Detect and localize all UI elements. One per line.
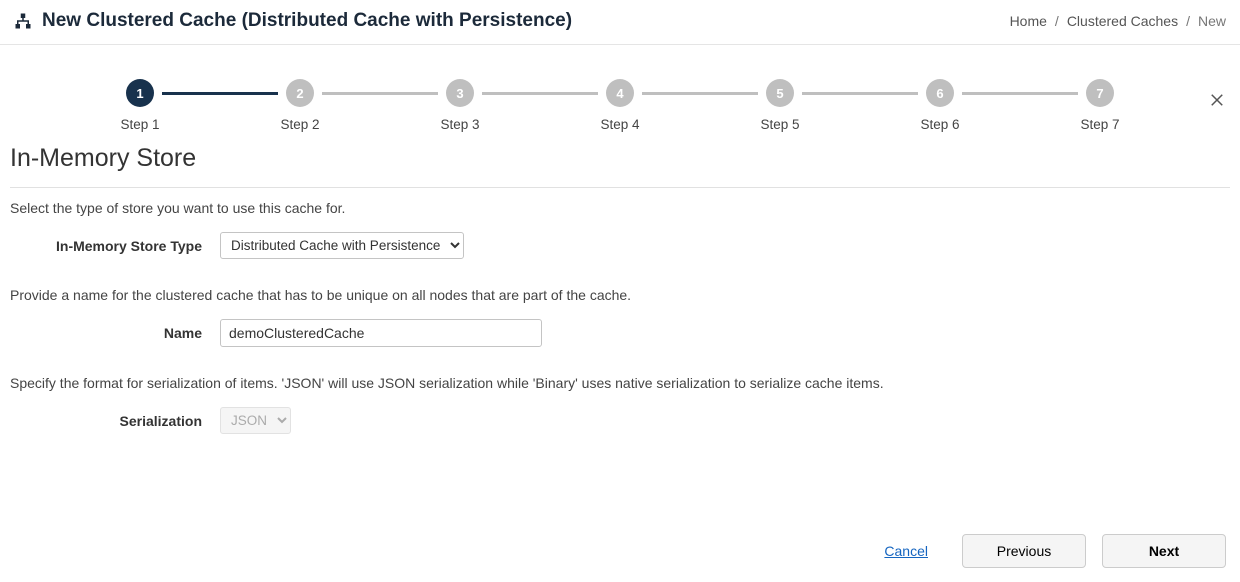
breadcrumb-sep: / bbox=[1186, 13, 1190, 29]
stepper: 1 Step 1 2 Step 2 3 Step 3 4 Step 4 5 St… bbox=[118, 79, 1122, 132]
store-type-label: In-Memory Store Type bbox=[10, 238, 220, 254]
step-line bbox=[162, 92, 278, 95]
step-label: Step 1 bbox=[120, 117, 159, 132]
cancel-button[interactable]: Cancel bbox=[884, 543, 928, 559]
close-icon bbox=[1208, 92, 1226, 114]
step-label: Step 7 bbox=[1080, 117, 1119, 132]
step-line bbox=[482, 92, 598, 95]
breadcrumb-current: New bbox=[1198, 13, 1226, 29]
step-label: Step 3 bbox=[440, 117, 479, 132]
serialization-row: Serialization JSON bbox=[10, 407, 1230, 434]
step-line bbox=[962, 92, 1078, 95]
store-desc: Select the type of store you want to use… bbox=[10, 200, 1230, 216]
breadcrumb: Home / Clustered Caches / New bbox=[1010, 13, 1226, 29]
wizard-panel: 1 Step 1 2 Step 2 3 Step 3 4 Step 4 5 St… bbox=[0, 79, 1240, 434]
step-circle: 6 bbox=[926, 79, 954, 107]
step-circle: 5 bbox=[766, 79, 794, 107]
step-label: Step 5 bbox=[760, 117, 799, 132]
step-7[interactable]: 7 Step 7 bbox=[1078, 79, 1122, 132]
page-title: New Clustered Cache (Distributed Cache w… bbox=[42, 10, 572, 32]
step-line bbox=[322, 92, 438, 95]
step-label: Step 2 bbox=[280, 117, 319, 132]
serialization-desc: Specify the format for serialization of … bbox=[10, 375, 1230, 391]
step-circle: 1 bbox=[126, 79, 154, 107]
breadcrumb-home[interactable]: Home bbox=[1010, 13, 1047, 29]
step-label: Step 6 bbox=[920, 117, 959, 132]
step-1[interactable]: 1 Step 1 bbox=[118, 79, 162, 132]
name-label: Name bbox=[10, 325, 220, 341]
step-circle: 2 bbox=[286, 79, 314, 107]
serialization-label: Serialization bbox=[10, 413, 220, 429]
step-circle: 3 bbox=[446, 79, 474, 107]
section-title: In-Memory Store bbox=[10, 144, 1230, 188]
step-circle: 4 bbox=[606, 79, 634, 107]
page-header: New Clustered Cache (Distributed Cache w… bbox=[0, 0, 1240, 45]
name-input[interactable] bbox=[220, 319, 542, 347]
breadcrumb-clustered-caches[interactable]: Clustered Caches bbox=[1067, 13, 1178, 29]
hierarchy-icon bbox=[14, 12, 32, 30]
wizard-footer: Cancel Previous Next bbox=[0, 524, 1240, 582]
step-circle: 7 bbox=[1086, 79, 1114, 107]
name-desc: Provide a name for the clustered cache t… bbox=[10, 287, 1230, 303]
breadcrumb-sep: / bbox=[1055, 13, 1059, 29]
store-type-row: In-Memory Store Type Distributed Cache w… bbox=[10, 232, 1230, 259]
step-6[interactable]: 6 Step 6 bbox=[918, 79, 962, 132]
step-line bbox=[642, 92, 758, 95]
step-3[interactable]: 3 Step 3 bbox=[438, 79, 482, 132]
serialization-select: JSON bbox=[220, 407, 291, 434]
close-button[interactable] bbox=[1208, 91, 1226, 113]
step-label: Step 4 bbox=[600, 117, 639, 132]
step-5[interactable]: 5 Step 5 bbox=[758, 79, 802, 132]
step-line bbox=[802, 92, 918, 95]
store-type-select[interactable]: Distributed Cache with Persistence bbox=[220, 232, 464, 259]
previous-button[interactable]: Previous bbox=[962, 534, 1086, 568]
title-wrap: New Clustered Cache (Distributed Cache w… bbox=[14, 10, 572, 32]
next-button[interactable]: Next bbox=[1102, 534, 1226, 568]
step-4[interactable]: 4 Step 4 bbox=[598, 79, 642, 132]
name-row: Name bbox=[10, 319, 1230, 347]
step-2[interactable]: 2 Step 2 bbox=[278, 79, 322, 132]
